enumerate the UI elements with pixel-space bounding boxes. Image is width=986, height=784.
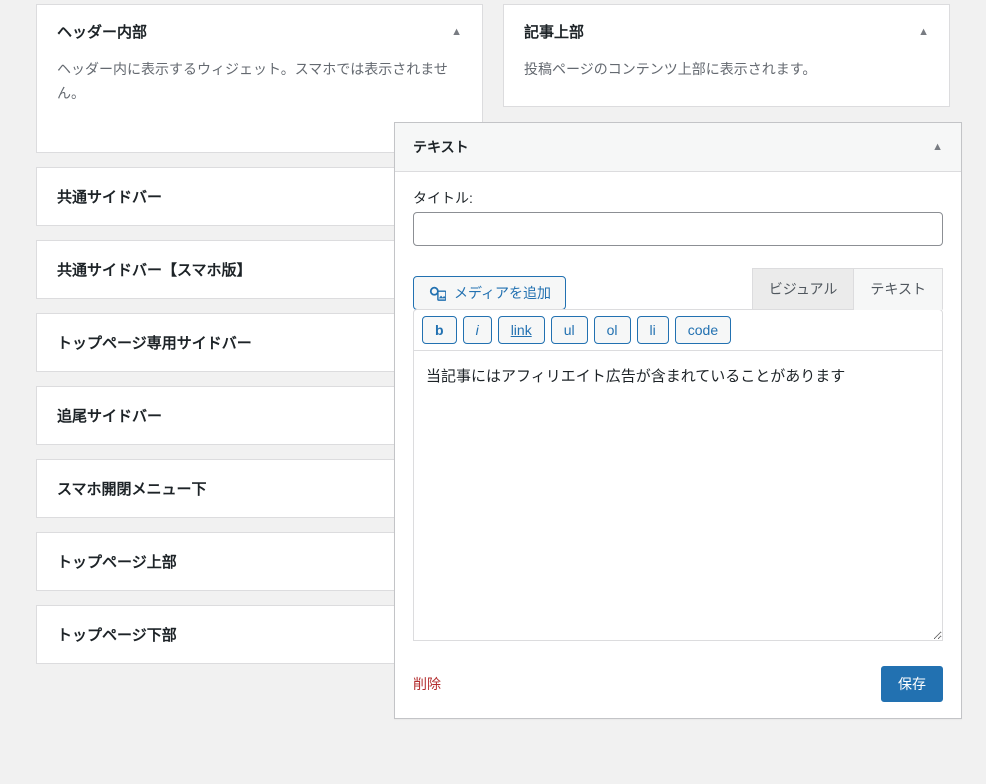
text-widget-header[interactable]: テキスト ▲ <box>395 123 961 172</box>
widget-area-title: 記事上部 <box>524 21 584 42</box>
chevron-up-icon: ▲ <box>451 26 462 38</box>
media-icon <box>428 285 446 301</box>
editor-toolbar: b i link ul ol li code <box>413 309 943 351</box>
text-widget-title: テキスト <box>413 137 469 157</box>
widget-area-description: 投稿ページのコンテンツ上部に表示されます。 <box>504 58 949 106</box>
widget-area-title: スマホ開閉メニュー下 <box>57 478 207 499</box>
widget-area-title: 追尾サイドバー <box>57 405 162 426</box>
toolbar-ol-button[interactable]: ol <box>594 316 631 344</box>
chevron-up-icon: ▲ <box>932 141 943 153</box>
tab-visual[interactable]: ビジュアル <box>752 268 855 310</box>
widget-area-title: トップページ上部 <box>57 551 177 572</box>
widget-area-title: 共通サイドバー【スマホ版】 <box>57 259 252 280</box>
text-widget-footer: 削除 保存 <box>395 658 961 718</box>
add-media-label: メディアを追加 <box>454 283 551 303</box>
tab-text[interactable]: テキスト <box>854 268 943 310</box>
widget-area-description: ヘッダー内に表示するウィジェット。スマホでは表示されません。 <box>37 58 482 130</box>
widget-area-title: トップページ下部 <box>57 624 177 645</box>
delete-link[interactable]: 削除 <box>413 674 441 694</box>
toolbar-code-button[interactable]: code <box>675 316 731 344</box>
add-media-button[interactable]: メディアを追加 <box>413 276 566 310</box>
toolbar-bold-button[interactable]: b <box>422 316 457 344</box>
toolbar-link-button[interactable]: link <box>498 316 545 344</box>
title-input[interactable] <box>413 212 943 246</box>
toolbar-ul-button[interactable]: ul <box>551 316 588 344</box>
widget-area-article-top: 記事上部 ▲ 投稿ページのコンテンツ上部に表示されます。 <box>503 4 950 107</box>
content-textarea[interactable] <box>413 351 943 641</box>
widget-area-title: ヘッダー内部 <box>57 21 147 42</box>
widget-area-toggle[interactable]: 記事上部 ▲ <box>504 5 949 58</box>
title-field-label: タイトル: <box>413 188 943 208</box>
chevron-up-icon: ▲ <box>918 26 929 38</box>
editor-tabs: ビジュアル テキスト <box>752 268 943 310</box>
text-widget-panel: テキスト ▲ タイトル: メディアを追加 ビジュアル テキスト <box>394 122 962 719</box>
text-widget-body: タイトル: メディアを追加 ビジュアル テキスト b i <box>395 172 961 658</box>
widget-area-toggle[interactable]: ヘッダー内部 ▲ <box>37 5 482 58</box>
toolbar-italic-button[interactable]: i <box>463 316 492 344</box>
widget-area-title: トップページ専用サイドバー <box>57 332 252 353</box>
widget-area-title: 共通サイドバー <box>57 186 162 207</box>
toolbar-li-button[interactable]: li <box>637 316 669 344</box>
save-button[interactable]: 保存 <box>881 666 943 702</box>
